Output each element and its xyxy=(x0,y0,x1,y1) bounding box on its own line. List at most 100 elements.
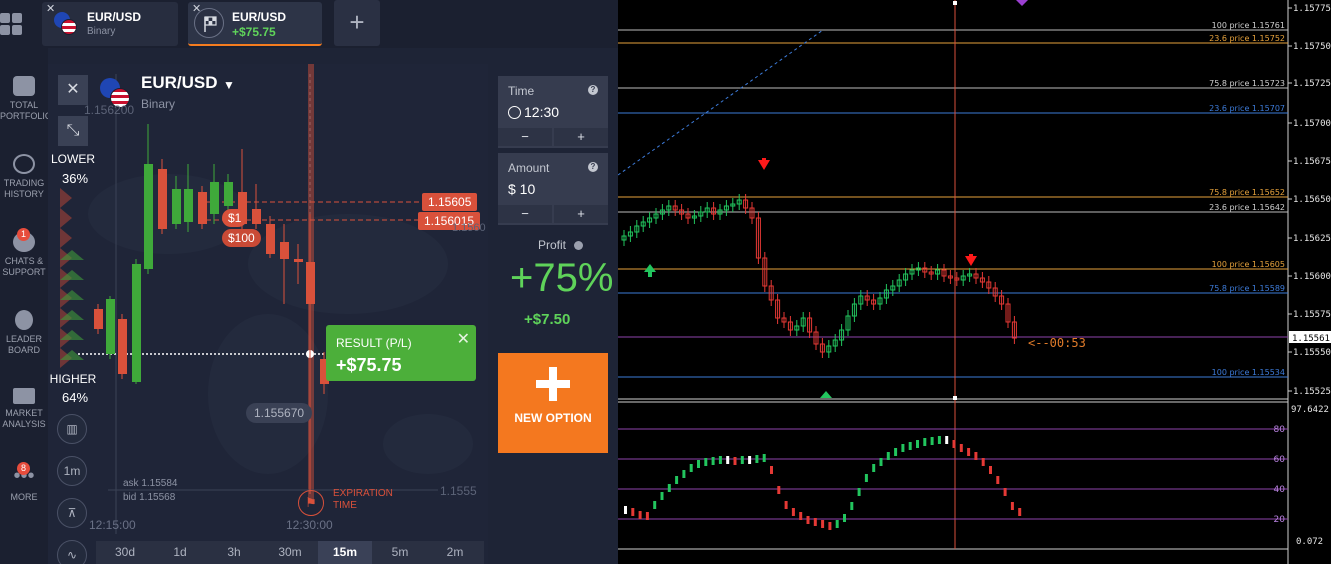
amount-decrease-button[interactable]: − xyxy=(498,205,552,223)
lower-label: LOWER xyxy=(50,152,95,166)
sidebar-item-more[interactable]: ••• 8 MORE xyxy=(0,462,48,503)
oscillator-bar xyxy=(755,455,759,463)
price-chart[interactable] xyxy=(48,64,488,564)
price-tick-label: 1.15700 xyxy=(1293,119,1331,129)
new-option-label: NEW OPTION xyxy=(514,411,592,425)
checkered-flag-icon xyxy=(194,8,224,38)
sidebar-item-label: LEADER BOARD xyxy=(5,334,42,355)
higher-label: HIGHER xyxy=(49,372,97,386)
time-field[interactable]: Time ? 12:30 − + xyxy=(498,76,608,148)
price-tick-label: 1.15775 xyxy=(1293,4,1331,14)
candle xyxy=(252,209,261,224)
price-tick-label: 1.15525 xyxy=(1293,387,1331,397)
fibonacci-level-label: 75.8 price 1.15652 xyxy=(1209,188,1285,197)
fibonacci-level-label: 23.6 price 1.15642 xyxy=(1209,203,1285,212)
oscillator-bar xyxy=(791,508,795,516)
sell-arrow-icon xyxy=(969,254,973,260)
add-tab-button[interactable]: + xyxy=(334,0,380,46)
plus-icon xyxy=(536,367,570,401)
amount-increase-button[interactable]: + xyxy=(554,205,608,223)
oscillator-bar xyxy=(879,458,883,466)
oscillator-level-label: 80 xyxy=(1274,425,1286,435)
amount-value[interactable]: $ 10 xyxy=(508,181,535,197)
result-label: RESULT (P/L) xyxy=(336,336,412,350)
help-icon[interactable] xyxy=(574,241,583,250)
timeframe-3h[interactable]: 3h xyxy=(207,541,261,564)
mt4-chart-canvas: 1.15775 1.15750 1.15725 1.15700 1.15675 1.156… xyxy=(618,0,1331,564)
oscillator-bar xyxy=(916,440,919,448)
fibonacci-level-label: 75.8 price 1.15723 xyxy=(1209,79,1285,88)
price-tick-label: 1.15625 xyxy=(1293,234,1331,244)
candle xyxy=(198,192,207,224)
current-price-label: 1.15561 xyxy=(1292,334,1330,344)
fibonacci-level-label: 75.8 price 1.15589 xyxy=(1209,284,1285,293)
sidebar-item-portfolio[interactable]: TOTAL PORTFOLIO xyxy=(0,76,52,122)
collapse-icon[interactable]: ⤡ xyxy=(58,116,88,146)
amount-label: Amount xyxy=(508,161,550,175)
expiration-label: EXPIRATION TIME xyxy=(333,488,393,511)
close-icon[interactable]: ✕ xyxy=(457,329,470,349)
oscillator-bar xyxy=(726,456,730,464)
oscillator-level-label: 40 xyxy=(1274,485,1286,495)
oscillator-bar xyxy=(1018,508,1022,516)
grid-menu-icon[interactable] xyxy=(0,10,24,38)
close-tab-icon[interactable]: ✕ xyxy=(46,2,55,15)
us-flag-icon xyxy=(61,19,77,35)
help-icon[interactable]: ? xyxy=(588,85,598,95)
mt4-chart[interactable]: 1.15775 1.15750 1.15725 1.15700 1.15675 1.156… xyxy=(618,0,1331,564)
price-axis-label: 1.1560 xyxy=(452,222,486,234)
oscillator-bar xyxy=(901,444,905,452)
timeframe-1d[interactable]: 1d xyxy=(153,541,207,564)
fibonacci-level-label: 100 price 1.15761 xyxy=(1212,21,1285,30)
sidebar-item-chats[interactable]: 1 CHATS & SUPPORT xyxy=(0,228,48,278)
oscillator-bar xyxy=(850,502,854,510)
sidebar-item-analysis[interactable]: MARKET ANALYSIS xyxy=(0,388,48,430)
expiration-flag-icon: ⚑ xyxy=(298,490,324,516)
new-option-button[interactable]: NEW OPTION xyxy=(498,353,608,453)
amount-field[interactable]: Amount ? $ 10 − + xyxy=(498,153,608,225)
close-chart-button[interactable]: ✕ xyxy=(58,75,88,105)
tab-asset-2[interactable]: ✕ EUR/USD +$75.75 xyxy=(188,2,322,46)
price-tick-label: 1.15750 xyxy=(1293,42,1331,52)
chart-type-icon[interactable]: ▥ xyxy=(57,414,87,444)
price-tick-label: 1.15650 xyxy=(1293,195,1331,205)
timeframe-30d[interactable]: 30d xyxy=(98,541,152,564)
oscillator-bar xyxy=(784,501,788,509)
profit-amount: +$7.50 xyxy=(524,311,571,328)
oscillator-bar xyxy=(835,520,839,528)
oscillator-level-label: 20 xyxy=(1274,515,1286,525)
chevron-down-icon[interactable]: ▼ xyxy=(223,78,235,92)
sidebar-item-history[interactable]: TRADING HISTORY xyxy=(0,154,48,200)
oscillator-bar xyxy=(675,476,679,484)
oscillator-bar xyxy=(631,508,635,516)
oscillator-bar xyxy=(704,458,708,466)
profit-label: Profit xyxy=(538,238,567,252)
sidebar-item-leaderboard[interactable]: LEADER BOARD xyxy=(0,310,48,356)
sidebar-item-label: TOTAL PORTFOLIO xyxy=(0,100,52,121)
oscillator-bar xyxy=(930,437,934,445)
cursor-marker xyxy=(953,1,957,5)
candle-period-button[interactable]: 1m xyxy=(57,456,87,486)
sidebar-item-label: CHATS & SUPPORT xyxy=(2,256,46,277)
bid-price: bid 1.15568 xyxy=(123,492,176,503)
timeframe-5m[interactable]: 5m xyxy=(373,541,427,564)
oscillator-bar xyxy=(1003,488,1007,496)
timeframe-15m[interactable]: 15m xyxy=(318,541,372,564)
trading-app: ✕ EUR/USD Binary ✕ EUR/USD +$75.75 + TOT… xyxy=(0,0,618,564)
time-increase-button[interactable]: + xyxy=(554,128,608,146)
tab-pair-name: EUR/USD xyxy=(232,10,287,24)
asset-title[interactable]: EUR/USD xyxy=(141,73,218,93)
timeframe-bar: 30d 1d 3h 30m 15m 5m 2m xyxy=(96,541,484,564)
drawing-tools-icon[interactable]: ⊼ xyxy=(57,498,87,528)
tab-asset-1[interactable]: ✕ EUR/USD Binary xyxy=(42,2,178,46)
help-icon[interactable]: ? xyxy=(588,162,598,172)
oscillator-bar xyxy=(974,452,978,460)
timeframe-2m[interactable]: 2m xyxy=(428,541,482,564)
indicators-icon[interactable]: ∿ xyxy=(57,540,87,564)
profit-percent: +75% xyxy=(510,256,614,300)
time-decrease-button[interactable]: − xyxy=(498,128,552,146)
candle xyxy=(210,182,219,214)
timeframe-30m[interactable]: 30m xyxy=(263,541,317,564)
tab-bar: ✕ EUR/USD Binary ✕ EUR/USD +$75.75 + xyxy=(0,0,618,48)
oscillator-min-label: 0.072 xyxy=(1296,537,1323,547)
